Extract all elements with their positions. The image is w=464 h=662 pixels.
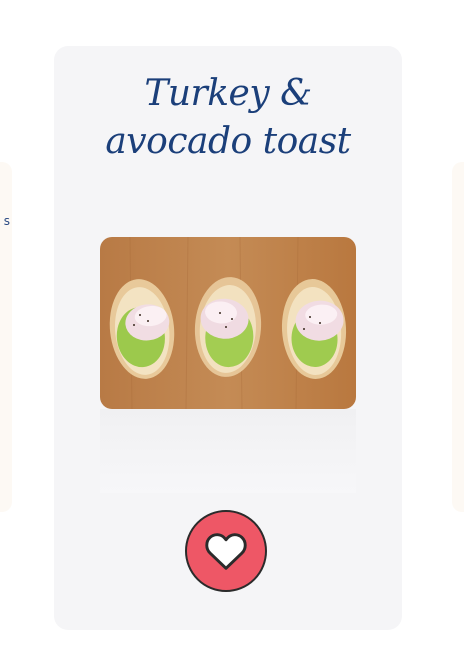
next-card[interactable] bbox=[452, 162, 464, 512]
like-button[interactable] bbox=[185, 510, 267, 592]
previous-card[interactable]: s bbox=[0, 162, 12, 512]
recipe-card[interactable]: Turkey & avocado toast bbox=[54, 46, 402, 630]
recipe-photo-container bbox=[100, 237, 356, 493]
photo-reflection bbox=[100, 409, 356, 493]
recipe-photo bbox=[100, 237, 356, 409]
recipe-title: Turkey & avocado toast bbox=[54, 70, 402, 166]
previous-card-text: s bbox=[3, 214, 10, 228]
recipe-title-line-2: avocado toast bbox=[105, 121, 351, 162]
recipe-photo-image bbox=[100, 237, 356, 409]
heart-icon bbox=[205, 533, 247, 570]
recipe-title-line-1: Turkey & bbox=[144, 73, 312, 114]
